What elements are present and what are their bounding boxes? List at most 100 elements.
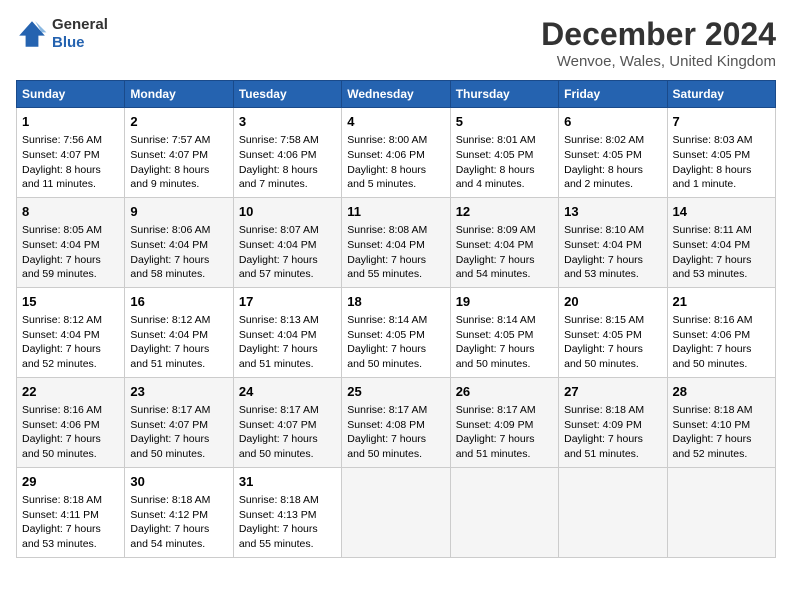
column-headers: SundayMondayTuesdayWednesdayThursdayFrid… bbox=[17, 81, 776, 108]
day-number: 19 bbox=[456, 293, 553, 311]
week-row-1: 1Sunrise: 7:56 AMSunset: 4:07 PMDaylight… bbox=[17, 108, 776, 198]
week-row-2: 8Sunrise: 8:05 AMSunset: 4:04 PMDaylight… bbox=[17, 197, 776, 287]
col-header-tuesday: Tuesday bbox=[233, 81, 341, 108]
day-number: 5 bbox=[456, 113, 553, 131]
day-cell: 10 Sunrise: 8:07 AM Sunset: 4:04 PM Dayligh… bbox=[233, 197, 341, 287]
sunset: Sunset: 4:04 PM bbox=[456, 239, 534, 251]
sunset: Sunset: 4:06 PM bbox=[22, 419, 100, 431]
sunset: Sunset: 4:04 PM bbox=[239, 329, 317, 341]
sunset: Sunset: 4:05 PM bbox=[456, 329, 534, 341]
calendar-table: SundayMondayTuesdayWednesdayThursdayFrid… bbox=[16, 80, 776, 558]
daylight: Daylight: 7 hours and 51 minutes. bbox=[130, 343, 209, 370]
col-header-saturday: Saturday bbox=[667, 81, 775, 108]
sunset: Sunset: 4:04 PM bbox=[564, 239, 642, 251]
day-cell: 27Sunrise: 8:18 AMSunset: 4:09 PMDayligh… bbox=[559, 377, 667, 467]
sunrise: Sunrise: 8:01 AM bbox=[456, 134, 536, 146]
daylight: Daylight: 7 hours and 53 minutes. bbox=[22, 523, 101, 550]
sunrise: Sunrise: 8:18 AM bbox=[239, 494, 319, 506]
daylight: Daylight: 7 hours and 58 minutes. bbox=[130, 254, 209, 281]
daylight: Daylight: 8 hours and 1 minute. bbox=[673, 164, 752, 191]
day-number: 2 bbox=[130, 113, 227, 131]
sunset: Sunset: 4:07 PM bbox=[130, 419, 208, 431]
daylight: Daylight: 7 hours and 52 minutes. bbox=[22, 343, 101, 370]
day-cell bbox=[450, 467, 558, 557]
day-cell: 6Sunrise: 8:02 AMSunset: 4:05 PMDaylight… bbox=[559, 108, 667, 198]
daylight: Daylight: 7 hours and 52 minutes. bbox=[673, 433, 752, 460]
day-number: 17 bbox=[239, 293, 336, 311]
daylight: Daylight: 8 hours and 2 minutes. bbox=[564, 164, 643, 191]
daylight: Daylight: 7 hours and 50 minutes. bbox=[564, 343, 643, 370]
daylight: Daylight: 8 hours and 11 minutes. bbox=[22, 164, 101, 191]
day-number: 23 bbox=[130, 383, 227, 401]
sunrise: Sunrise: 8:17 AM bbox=[347, 404, 427, 416]
day-cell: 1Sunrise: 7:56 AMSunset: 4:07 PMDaylight… bbox=[17, 108, 125, 198]
daylight: Daylight: 7 hours and 55 minutes. bbox=[347, 254, 426, 281]
sunrise: Sunrise: 8:06 AM bbox=[130, 224, 210, 236]
sunrise: Sunrise: 8:03 AM bbox=[673, 134, 753, 146]
sunrise: Sunrise: 8:18 AM bbox=[564, 404, 644, 416]
day-number: 3 bbox=[239, 113, 336, 131]
sunrise: Sunrise: 7:57 AM bbox=[130, 134, 210, 146]
day-number: 14 bbox=[673, 203, 770, 221]
day-number: 10 bbox=[239, 203, 336, 221]
logo-icon bbox=[16, 18, 48, 50]
sunset: Sunset: 4:05 PM bbox=[456, 149, 534, 161]
sunset: Sunset: 4:07 PM bbox=[130, 149, 208, 161]
sunset: Sunset: 4:13 PM bbox=[239, 509, 317, 521]
page-header: General Blue December 2024 Wenvoe, Wales… bbox=[16, 16, 776, 70]
day-number: 29 bbox=[22, 473, 119, 491]
day-number: 1 bbox=[22, 113, 119, 131]
sunrise: Sunrise: 8:18 AM bbox=[130, 494, 210, 506]
sunset: Sunset: 4:12 PM bbox=[130, 509, 208, 521]
sunrise: Sunrise: 8:11 AM bbox=[673, 224, 752, 236]
sunset: Sunset: 4:06 PM bbox=[239, 149, 317, 161]
day-cell: 3Sunrise: 7:58 AMSunset: 4:06 PMDaylight… bbox=[233, 108, 341, 198]
main-title: December 2024 bbox=[541, 16, 776, 53]
day-number: 4 bbox=[347, 113, 444, 131]
day-cell bbox=[342, 467, 450, 557]
sunrise: Sunrise: 8:02 AM bbox=[564, 134, 644, 146]
sunset: Sunset: 4:05 PM bbox=[564, 329, 642, 341]
day-number: 31 bbox=[239, 473, 336, 491]
day-number: 21 bbox=[673, 293, 770, 311]
day-number: 27 bbox=[564, 383, 661, 401]
day-number: 15 bbox=[22, 293, 119, 311]
day-cell: 17Sunrise: 8:13 AMSunset: 4:04 PMDayligh… bbox=[233, 287, 341, 377]
daylight: Daylight: 7 hours and 50 minutes. bbox=[347, 433, 426, 460]
day-cell: 24Sunrise: 8:17 AMSunset: 4:07 PMDayligh… bbox=[233, 377, 341, 467]
sunset: Sunset: 4:04 PM bbox=[673, 239, 751, 251]
sunrise: Sunrise: 8:14 AM bbox=[456, 314, 536, 326]
daylight: Daylight: 7 hours and 50 minutes. bbox=[22, 433, 101, 460]
col-header-thursday: Thursday bbox=[450, 81, 558, 108]
day-number: 22 bbox=[22, 383, 119, 401]
sunrise: Sunrise: 8:12 AM bbox=[22, 314, 102, 326]
day-cell bbox=[667, 467, 775, 557]
day-cell: 26Sunrise: 8:17 AMSunset: 4:09 PMDayligh… bbox=[450, 377, 558, 467]
day-cell: 12Sunrise: 8:09 AMSunset: 4:04 PMDayligh… bbox=[450, 197, 558, 287]
sunset: Sunset: 4:04 PM bbox=[239, 239, 317, 251]
day-cell: 30Sunrise: 8:18 AMSunset: 4:12 PMDayligh… bbox=[125, 467, 233, 557]
sunrise: Sunrise: 8:07 AM bbox=[239, 224, 319, 236]
sunrise: Sunrise: 8:17 AM bbox=[130, 404, 210, 416]
day-cell: 11Sunrise: 8:08 AMSunset: 4:04 PMDayligh… bbox=[342, 197, 450, 287]
sunrise: Sunrise: 8:15 AM bbox=[564, 314, 644, 326]
sunset: Sunset: 4:05 PM bbox=[673, 149, 751, 161]
week-row-3: 15 Sunrise: 8:12 AM Sunset: 4:04 PM Dayligh… bbox=[17, 287, 776, 377]
daylight: Daylight: 7 hours and 57 minutes. bbox=[239, 254, 318, 281]
sunrise: Sunrise: 8:10 AM bbox=[564, 224, 644, 236]
day-cell: 15Sunrise: 8:12 AMSunset: 4:04 PMDayligh… bbox=[17, 287, 125, 377]
day-cell: 2Sunrise: 7:57 AMSunset: 4:07 PMDaylight… bbox=[125, 108, 233, 198]
day-number: 28 bbox=[673, 383, 770, 401]
sunset: Sunset: 4:04 PM bbox=[22, 239, 100, 251]
sunrise: Sunrise: 8:17 AM bbox=[239, 404, 319, 416]
day-number: 11 bbox=[347, 203, 444, 221]
day-cell: 28Sunrise: 8:18 AMSunset: 4:10 PMDayligh… bbox=[667, 377, 775, 467]
sunset: Sunset: 4:07 PM bbox=[22, 149, 100, 161]
daylight: Daylight: 7 hours and 55 minutes. bbox=[239, 523, 318, 550]
subtitle: Wenvoe, Wales, United Kingdom bbox=[541, 53, 776, 70]
daylight: Daylight: 8 hours and 5 minutes. bbox=[347, 164, 426, 191]
day-number: 12 bbox=[456, 203, 553, 221]
sunrise: Sunrise: 8:17 AM bbox=[456, 404, 536, 416]
day-cell: 7Sunrise: 8:03 AMSunset: 4:05 PMDaylight… bbox=[667, 108, 775, 198]
sunrise: Sunrise: 8:09 AM bbox=[456, 224, 536, 236]
